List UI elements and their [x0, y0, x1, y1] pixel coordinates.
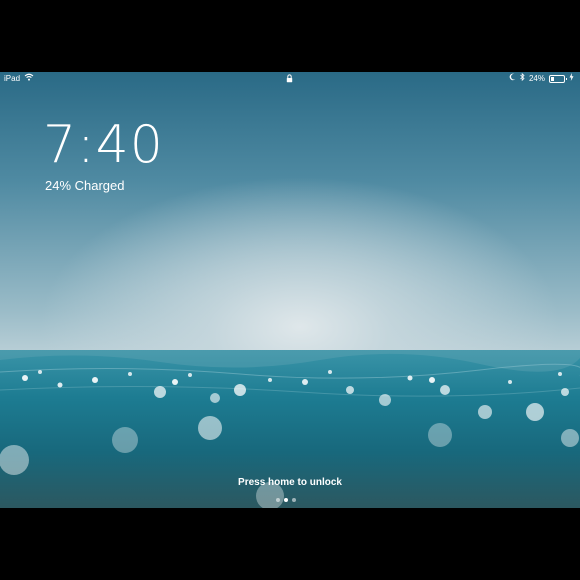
device-name: iPad [4, 74, 21, 83]
charging-bolt-icon [569, 72, 574, 86]
clock-time: 7:40 [43, 115, 164, 175]
lock-icon [286, 74, 293, 88]
battery-icon [549, 75, 567, 83]
battery-percent: 24% [528, 74, 545, 83]
battery-fill [551, 77, 554, 81]
page-indicator [276, 498, 296, 502]
charge-status: 24% Charged [45, 178, 125, 193]
unlock-hint[interactable]: Press home to unlock [0, 477, 580, 488]
page-dot [292, 498, 296, 502]
wifi-icon [24, 72, 34, 86]
moon-icon [509, 72, 516, 86]
page-dot [284, 498, 288, 502]
bluetooth-icon [520, 72, 525, 86]
status-bar: iPad 24% [0, 72, 580, 86]
page-dot [276, 498, 280, 502]
lock-screen: iPad 24% 7:40 24% Charged Press home to … [0, 72, 580, 508]
